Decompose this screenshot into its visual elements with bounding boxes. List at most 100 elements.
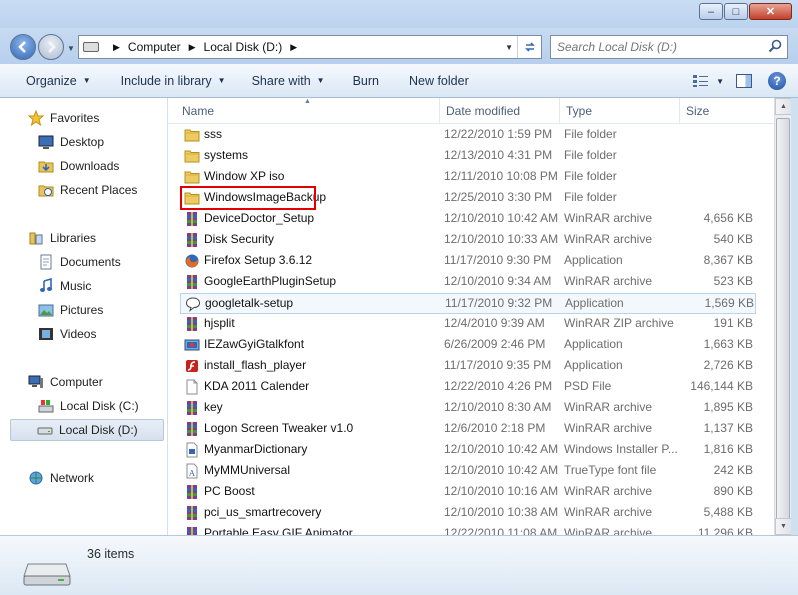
column-header-date[interactable]: Date modified xyxy=(440,98,560,124)
file-name[interactable]: GoogleEarthPluginSetup xyxy=(204,274,444,288)
file-row[interactable]: systems 12/13/2010 4:31 PM File folder xyxy=(180,146,756,167)
file-name[interactable]: pci_us_smartrecovery xyxy=(204,505,444,519)
search-box[interactable] xyxy=(550,35,788,59)
file-type: Application xyxy=(564,358,623,372)
file-name[interactable]: KDA 2011 Calender xyxy=(204,379,444,393)
sidebar-item-documents[interactable]: Documents xyxy=(38,252,121,272)
sidebar-item-local-disk-d[interactable]: Local Disk (D:) xyxy=(10,419,164,441)
firefox-icon xyxy=(185,254,199,268)
file-name[interactable]: MyanmarDictionary xyxy=(204,442,444,456)
scroll-down-button[interactable]: ▼ xyxy=(775,518,792,535)
file-name[interactable]: googletalk-setup xyxy=(205,296,445,310)
sidebar-item-pictures[interactable]: Pictures xyxy=(38,300,103,320)
file-date-modified: 11/17/2010 9:32 PM xyxy=(445,296,553,310)
breadcrumb-separator-icon[interactable]: ▶ xyxy=(290,42,297,53)
file-row[interactable]: googletalk-setup 11/17/2010 9:32 PM Applic… xyxy=(180,293,756,314)
maximize-button[interactable]: □ xyxy=(724,3,748,20)
file-name[interactable]: Portable Easy GIF Animator xyxy=(204,526,444,535)
file-date-modified: 11/17/2010 9:30 PM xyxy=(444,253,552,267)
file-name[interactable]: Disk Security xyxy=(204,232,444,246)
drive-icon xyxy=(23,563,71,586)
breadcrumb-separator-icon[interactable]: ▶ xyxy=(113,42,120,53)
file-row[interactable]: Window XP iso 12/11/2010 10:08 PM File fol… xyxy=(180,167,756,188)
sidebar-item-desktop[interactable]: Desktop xyxy=(38,132,104,152)
share-with-button[interactable]: Share with ▼ xyxy=(238,64,337,98)
file-name[interactable]: install_flash_player xyxy=(204,358,444,372)
file-row[interactable]: GoogleEarthPluginSetup 12/10/2010 9:34 AM… xyxy=(180,272,756,293)
sidebar-item-downloads[interactable]: Downloads xyxy=(38,156,119,176)
column-header-type[interactable]: Type xyxy=(560,98,680,124)
file-name[interactable]: Firefox Setup 3.6.12 xyxy=(204,253,444,267)
sidebar-item-recent-places[interactable]: Recent Places xyxy=(38,180,137,200)
breadcrumb-separator-icon[interactable]: ▶ xyxy=(189,42,196,53)
file-row[interactable]: key 12/10/2010 8:30 AM WinRAR archive 1,895… xyxy=(180,398,756,419)
vertical-scrollbar[interactable]: ▲ ▼ xyxy=(774,98,792,535)
refresh-button[interactable] xyxy=(517,36,541,58)
file-row[interactable]: hjsplit 12/4/2010 9:39 AM WinRAR ZIP archi… xyxy=(180,314,756,335)
search-input[interactable] xyxy=(557,40,757,54)
sidebar-item-libraries[interactable]: Libraries xyxy=(28,228,96,248)
sidebar-item-music[interactable]: Music xyxy=(38,276,91,296)
close-button[interactable]: ✕ xyxy=(749,3,792,20)
file-row[interactable]: DeviceDoctor_Setup 12/10/2010 10:42 AM Win… xyxy=(180,209,756,230)
sidebar-item-favorites[interactable]: Favorites xyxy=(28,108,99,128)
change-view-icon[interactable] xyxy=(692,74,710,88)
file-row[interactable]: sss 12/22/2010 1:59 PM File folder xyxy=(180,125,756,146)
sidebar-item-local-disk-c[interactable]: Local Disk (C:) xyxy=(38,396,139,416)
minimize-button[interactable]: ‒ xyxy=(699,3,723,20)
view-options-chevron-icon[interactable]: ▼ xyxy=(716,77,724,86)
sidebar-item-videos[interactable]: Videos xyxy=(38,324,96,344)
file-name[interactable]: key xyxy=(204,400,444,414)
file-row[interactable]: install_flash_player 11/17/2010 9:35 PM Ap… xyxy=(180,356,756,377)
include-in-library-button[interactable]: Include in library ▼ xyxy=(103,64,238,98)
file-name[interactable]: DeviceDoctor_Setup xyxy=(204,211,444,225)
file-name[interactable]: MyMMUniversal xyxy=(204,463,444,477)
search-icon[interactable] xyxy=(768,39,782,53)
file-name[interactable]: Logon Screen Tweaker v1.0 xyxy=(204,421,444,435)
column-header-size[interactable]: Size xyxy=(680,98,774,124)
font-icon: A xyxy=(186,463,198,479)
command-bar: Organize ▼ Include in library ▼ Share with… xyxy=(0,64,798,98)
scrollbar-thumb[interactable] xyxy=(776,118,790,528)
file-row[interactable]: Firefox Setup 3.6.12 11/17/2010 9:30 PM Ap… xyxy=(180,251,756,272)
refresh-icon xyxy=(524,42,535,52)
file-row[interactable]: pci_us_smartrecovery 12/10/2010 10:38 AM W… xyxy=(180,503,756,524)
new-folder-button[interactable]: New folder xyxy=(391,64,481,98)
file-row[interactable]: A MyMMUniversal 12/10/2010 10:42 AM TrueTyp… xyxy=(180,461,756,482)
file-date-modified: 12/10/2010 10:33 AM xyxy=(444,232,559,246)
file-date-modified: 12/10/2010 10:42 AM xyxy=(444,442,559,456)
file-row[interactable]: PC Boost 12/10/2010 10:16 AM WinRAR archiv… xyxy=(180,482,756,503)
sidebar-item-network[interactable]: Network xyxy=(28,468,94,488)
chevron-down-icon: ▼ xyxy=(217,76,226,85)
network-icon xyxy=(29,471,43,485)
file-row[interactable]: Portable Easy GIF Animator 12/22/2010 11:… xyxy=(180,524,756,535)
file-row[interactable]: KDA 2011 Calender 12/22/2010 4:26 PM PSD F… xyxy=(180,377,756,398)
file-row[interactable]: Logon Screen Tweaker v1.0 12/6/2010 2:18 … xyxy=(180,419,756,440)
sidebar-item-computer[interactable]: Computer xyxy=(28,372,103,392)
address-dropdown-chevron-icon[interactable]: ▼ xyxy=(505,36,513,58)
help-icon[interactable]: ? xyxy=(768,72,786,90)
burn-button[interactable]: Burn xyxy=(337,64,391,98)
back-button[interactable] xyxy=(10,34,36,60)
file-name[interactable]: Window XP iso xyxy=(204,169,444,183)
breadcrumb-computer[interactable]: Computer xyxy=(128,40,181,54)
file-row[interactable]: Disk Security 12/10/2010 10:33 AM WinRAR a… xyxy=(180,230,756,251)
winrar-icon xyxy=(187,212,197,226)
file-date-modified: 12/10/2010 10:16 AM xyxy=(444,484,559,498)
forward-button[interactable] xyxy=(38,34,64,60)
preview-pane-icon[interactable] xyxy=(736,74,752,88)
file-size: 1,816 KB xyxy=(703,442,753,456)
file-name[interactable]: hjsplit xyxy=(204,316,444,330)
recent-pages-chevron-icon[interactable]: ▼ xyxy=(67,44,75,53)
file-name[interactable]: PC Boost xyxy=(204,484,444,498)
scroll-up-button[interactable]: ▲ xyxy=(775,98,792,115)
file-row[interactable]: MyanmarDictionary 12/10/2010 10:42 AM Wind… xyxy=(180,440,756,461)
file-name[interactable]: systems xyxy=(204,148,444,162)
file-row[interactable]: IEZawGyiGtalkfont 6/26/2009 2:46 PM Applic… xyxy=(180,335,756,356)
breadcrumb-local-disk-d[interactable]: Local Disk (D:) xyxy=(204,40,283,54)
file-name[interactable]: sss xyxy=(204,127,444,141)
address-bar[interactable]: ▶ Computer ▶ Local Disk (D:) ▶ ▼ xyxy=(78,35,542,59)
file-name[interactable]: IEZawGyiGtalkfont xyxy=(204,337,444,351)
file-date-modified: 6/26/2009 2:46 PM xyxy=(444,337,546,351)
organize-button[interactable]: Organize ▼ xyxy=(0,64,103,98)
